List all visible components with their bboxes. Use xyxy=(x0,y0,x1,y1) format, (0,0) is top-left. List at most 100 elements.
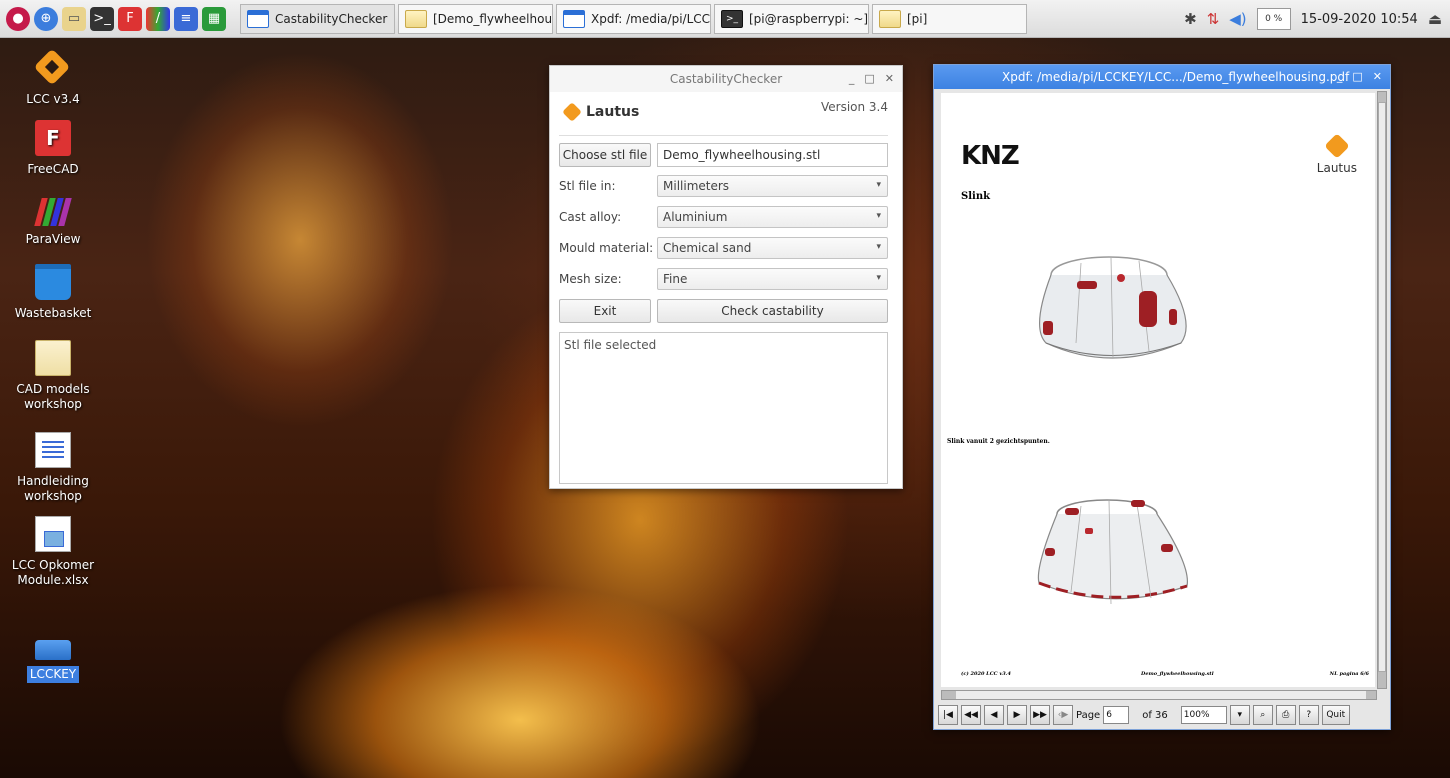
zoom-select[interactable]: 100% xyxy=(1180,706,1227,724)
desktop-icon-handleiding[interactable]: Handleiding workshop xyxy=(8,432,98,504)
trash-icon xyxy=(35,264,71,300)
pdf-footer-center: Demo_flywheelhousing.stl xyxy=(1141,671,1214,677)
terminal-icon: >_ xyxy=(721,9,743,28)
window-body: Lautus Version 3.4 Choose stl file Demo_… xyxy=(550,92,902,484)
file-row: Choose stl file Demo_flywheelhousing.stl xyxy=(559,143,888,167)
scroll-thumb[interactable] xyxy=(1378,102,1386,672)
history-icon[interactable]: ‹▶ xyxy=(1053,705,1073,725)
castability-checker-window: CastabilityChecker _ □ ✕ Lautus Version … xyxy=(549,65,903,489)
clock[interactable]: 15-09-2020 10:54 xyxy=(1301,12,1418,27)
vertical-scrollbar[interactable] xyxy=(1377,91,1387,689)
help-icon[interactable]: ? xyxy=(1298,705,1319,725)
window-titlebar[interactable]: Xpdf: /media/pi/LCCKEY/LCC.../Demo_flywh… xyxy=(934,65,1390,89)
minimize-icon[interactable]: _ xyxy=(1337,70,1343,83)
task-demo-folder[interactable]: [Demo_flywheelhous... xyxy=(398,3,553,34)
print-icon[interactable]: ⎙ xyxy=(1275,705,1296,725)
mesh-value: Fine xyxy=(663,272,688,286)
freecad-launcher-icon[interactable]: F xyxy=(118,6,142,31)
page-count-label: of 36 xyxy=(1142,709,1168,721)
choose-stl-button[interactable]: Choose stl file xyxy=(559,143,651,167)
desktop-icon-lcc[interactable]: LCC v3.4 xyxy=(8,50,98,107)
desktop-icon-lcckey[interactable]: LCCKEY xyxy=(8,630,98,683)
eject-icon[interactable]: ⏏ xyxy=(1428,10,1442,28)
chevron-down-icon: ▾ xyxy=(876,211,881,221)
desktop-icon-paraview[interactable]: ParaView xyxy=(8,190,98,247)
taskbar: ● ⊕ ▭ >_ F / ≡ ▦ CastabilityChecker [Dem… xyxy=(0,0,1450,38)
chevron-down-icon: ▾ xyxy=(876,273,881,283)
task-castabilitychecker[interactable]: CastabilityChecker xyxy=(240,3,395,34)
spreadsheet-launcher-icon[interactable]: ▦ xyxy=(202,6,226,31)
desktop-icon-freecad[interactable]: F FreeCAD xyxy=(8,120,98,177)
pdf-heading: Slink xyxy=(961,191,991,202)
find-icon[interactable]: ⌕ xyxy=(1252,705,1273,725)
desktop-icon-cad-models[interactable]: CAD models workshop xyxy=(8,340,98,412)
drive-icon xyxy=(35,640,71,660)
pdf-page[interactable]: KNZ Lautus Slink Slink vanuit 2 gezichts… xyxy=(941,93,1375,687)
lautus-logo: Lautus xyxy=(562,102,639,122)
file-manager-icon[interactable]: ▭ xyxy=(62,6,86,31)
mesh-select[interactable]: Fine ▾ xyxy=(657,268,888,290)
web-browser-icon[interactable]: ⊕ xyxy=(34,6,58,31)
terminal-icon[interactable]: >_ xyxy=(90,6,114,31)
document-launcher-icon[interactable]: ≡ xyxy=(174,6,198,31)
close-icon[interactable]: ✕ xyxy=(1373,70,1382,83)
page-label: Page xyxy=(1076,709,1101,721)
mould-select[interactable]: Chemical sand ▾ xyxy=(657,237,888,259)
output-log[interactable]: Stl file selected xyxy=(559,332,888,484)
pdf-brand: Lautus xyxy=(1316,161,1357,175)
units-select[interactable]: Millimeters ▾ xyxy=(657,175,888,197)
mould-label: Mould material: xyxy=(559,241,654,255)
system-tray: ✱ ⇅ ◀) 0 % 15-09-2020 10:54 ⏏ xyxy=(1184,0,1442,38)
task-xpdf[interactable]: Xpdf: /media/pi/LCC... xyxy=(556,3,711,34)
first-page-icon[interactable]: |◀ xyxy=(938,705,958,725)
version-label: Version 3.4 xyxy=(820,100,888,114)
stl-file-field[interactable]: Demo_flywheelhousing.stl xyxy=(657,143,888,167)
desktop-icon-wastebasket[interactable]: Wastebasket xyxy=(8,264,98,321)
folder-icon xyxy=(879,9,901,28)
window-controls: _ □ ✕ xyxy=(1337,70,1382,83)
raspberry-menu-icon[interactable]: ● xyxy=(6,6,30,31)
task-terminal[interactable]: >_ [pi@raspberrypi: ~] xyxy=(714,3,869,34)
pdf-footer-left: (c) 2020 LCC v3.4 xyxy=(961,671,1011,677)
window-icon xyxy=(247,9,269,28)
maximize-icon[interactable]: □ xyxy=(1352,70,1362,83)
folder-icon xyxy=(405,9,427,28)
alloy-label: Cast alloy: xyxy=(559,210,622,224)
task-pi-folder[interactable]: [pi] xyxy=(872,3,1027,34)
page-number-field[interactable]: 6 xyxy=(1103,706,1130,724)
forward-ten-pages-icon[interactable]: ▶▶ xyxy=(1030,705,1050,725)
mould-value: Chemical sand xyxy=(663,241,752,255)
app-header: Lautus Version 3.4 xyxy=(559,92,888,136)
next-page-icon[interactable]: ▶ xyxy=(1007,705,1027,725)
desktop-icon-opkomer[interactable]: LCC Opkomer Module.xlsx xyxy=(8,516,98,588)
network-icon[interactable]: ⇅ xyxy=(1207,10,1220,28)
zoom-dropdown-icon[interactable]: ▾ xyxy=(1229,705,1250,725)
exit-button[interactable]: Exit xyxy=(559,299,651,323)
window-titlebar[interactable]: CastabilityChecker _ □ ✕ xyxy=(550,66,902,92)
desktop-icon-label: FreeCAD xyxy=(27,162,79,176)
brand-name: Lautus xyxy=(586,104,640,120)
paraview-launcher-icon[interactable]: / xyxy=(146,6,170,31)
scroll-thumb[interactable] xyxy=(956,691,1366,699)
horizontal-scrollbar[interactable] xyxy=(941,690,1377,700)
cpu-monitor[interactable]: 0 % xyxy=(1256,8,1291,30)
volume-icon[interactable]: ◀) xyxy=(1229,10,1246,28)
previous-page-icon[interactable]: ◀ xyxy=(984,705,1004,725)
back-ten-pages-icon[interactable]: ◀◀ xyxy=(961,705,981,725)
window-title: CastabilityChecker xyxy=(669,72,783,86)
alloy-select[interactable]: Aluminium ▾ xyxy=(657,206,888,228)
close-icon[interactable]: ✕ xyxy=(885,66,894,92)
check-castability-button[interactable]: Check castability xyxy=(657,299,888,323)
casting-render-bottom xyxy=(1037,499,1189,605)
xpdf-window: Xpdf: /media/pi/LCCKEY/LCC.../Demo_flywh… xyxy=(933,64,1391,730)
knz-logo: KNZ xyxy=(961,141,1020,171)
desktop-icon-label: ParaView xyxy=(25,232,81,246)
minimize-icon[interactable]: _ xyxy=(849,66,855,92)
bluetooth-icon[interactable]: ✱ xyxy=(1184,10,1197,28)
task-label: [pi@raspberrypi: ~] xyxy=(749,11,869,26)
maximize-icon[interactable]: □ xyxy=(864,66,874,92)
launcher-bar: ● ⊕ ▭ >_ F / ≡ ▦ xyxy=(0,6,226,31)
paraview-icon xyxy=(34,190,72,226)
quit-button[interactable]: Quit xyxy=(1321,705,1350,725)
chevron-down-icon: ▾ xyxy=(876,180,881,190)
